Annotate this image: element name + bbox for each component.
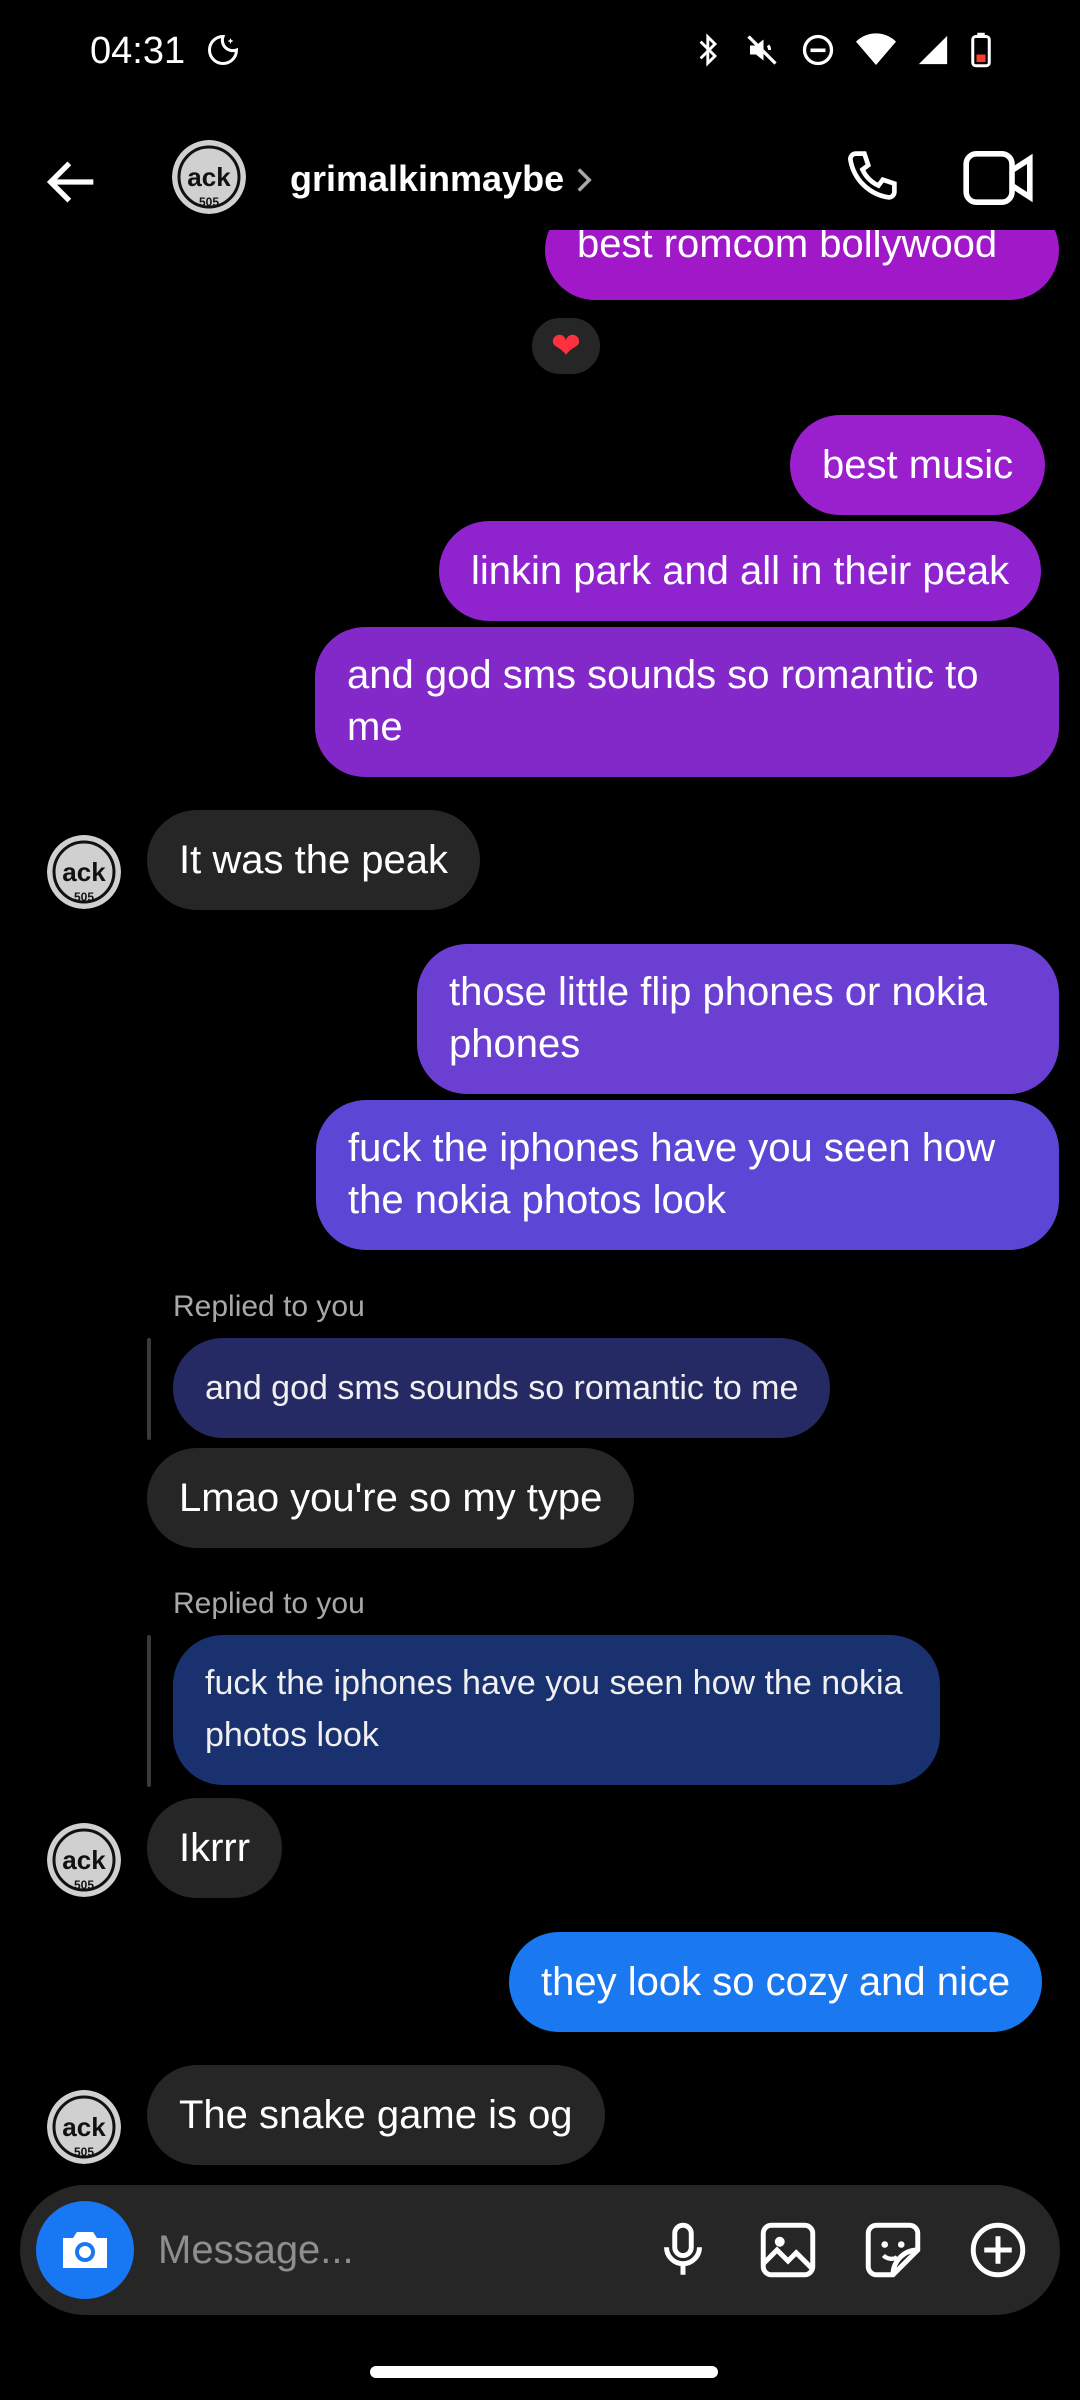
quoted-message[interactable]: fuck the iphones have you seen how the n… bbox=[173, 1635, 940, 1785]
home-indicator[interactable] bbox=[370, 2366, 718, 2378]
svg-text:505: 505 bbox=[74, 890, 94, 904]
their-message-bubble[interactable]: Lmao you're so my type bbox=[147, 1448, 635, 1548]
message-text: those little flip phones or nokia phones bbox=[449, 970, 988, 1066]
avatar[interactable]: ack 505 bbox=[47, 1823, 121, 1897]
svg-text:ack: ack bbox=[187, 162, 231, 192]
avatar[interactable]: ack 505 bbox=[172, 140, 246, 214]
camera-icon bbox=[63, 2232, 107, 2268]
sticker-icon[interactable] bbox=[860, 2217, 926, 2283]
bluetooth-icon bbox=[699, 33, 718, 67]
message-text: best music bbox=[822, 443, 1014, 487]
avatar[interactable]: ack 505 bbox=[47, 835, 121, 909]
camera-button[interactable] bbox=[36, 2201, 134, 2299]
phone-call-icon[interactable] bbox=[838, 144, 904, 210]
message-text: fuck the iphones have you seen how the n… bbox=[348, 1126, 996, 1222]
microphone-icon[interactable] bbox=[650, 2217, 716, 2283]
gallery-icon[interactable] bbox=[755, 2217, 821, 2283]
message-input[interactable] bbox=[158, 2215, 638, 2285]
message-text: Ikrrr bbox=[179, 1826, 251, 1870]
message-text: they look so cozy and nice bbox=[541, 1960, 1011, 2004]
message-text: and god sms sounds so romantic to me bbox=[347, 653, 979, 749]
their-message-bubble[interactable]: Ikrrr bbox=[147, 1798, 283, 1898]
avatar[interactable]: ack 505 bbox=[47, 2090, 121, 2164]
mute-icon bbox=[747, 35, 777, 65]
status-icons bbox=[694, 32, 992, 68]
message-text: Lmao you're so my type bbox=[179, 1476, 603, 1520]
message-text: best romcom bollywood bbox=[577, 230, 998, 266]
message-thread[interactable]: best romcom bollywood ❤ best music linki… bbox=[0, 230, 1080, 2180]
chevron-right-icon[interactable] bbox=[575, 166, 593, 194]
status-time: 04:31 bbox=[90, 30, 186, 72]
dnd-icon bbox=[802, 34, 834, 66]
quoted-text: and god sms sounds so romantic to me bbox=[205, 1369, 799, 1407]
chat-header: ack 505 grimalkinmaybe bbox=[0, 130, 1080, 230]
do-not-disturb-moon-icon bbox=[208, 34, 239, 65]
svg-text:ack: ack bbox=[62, 857, 106, 887]
message-text: linkin park and all in their peak bbox=[471, 549, 1010, 593]
status-bar: 04:31 bbox=[0, 0, 1080, 110]
svg-text:ack: ack bbox=[62, 2112, 106, 2142]
reply-label: Replied to you bbox=[173, 1587, 365, 1620]
svg-text:ack: ack bbox=[62, 1845, 106, 1875]
quoted-text: fuck the iphones have you seen how the n… bbox=[205, 1664, 903, 1754]
svg-text:505: 505 bbox=[74, 1878, 94, 1892]
heart-reaction-icon[interactable]: ❤ bbox=[528, 314, 604, 378]
my-message-bubble[interactable]: those little flip phones or nokia phones bbox=[417, 944, 1059, 1094]
my-message-bubble[interactable]: and god sms sounds so romantic to me bbox=[315, 627, 1059, 777]
message-text: The snake game is og bbox=[179, 2093, 573, 2137]
video-call-icon[interactable] bbox=[962, 150, 1034, 206]
wifi-icon bbox=[856, 33, 896, 65]
reply-label: Replied to you bbox=[173, 1290, 365, 1323]
add-icon[interactable] bbox=[965, 2217, 1031, 2283]
back-arrow-icon[interactable] bbox=[40, 150, 104, 214]
reply-divider bbox=[147, 1635, 151, 1787]
svg-text:505: 505 bbox=[74, 2145, 94, 2159]
their-message-bubble[interactable]: It was the peak bbox=[147, 810, 481, 910]
message-composer bbox=[20, 2185, 1060, 2315]
quoted-message[interactable]: and god sms sounds so romantic to me bbox=[173, 1338, 831, 1438]
my-message-bubble[interactable]: fuck the iphones have you seen how the n… bbox=[316, 1100, 1059, 1250]
battery-icon bbox=[971, 32, 991, 68]
signal-icon bbox=[918, 35, 948, 65]
my-message-bubble[interactable]: they look so cozy and nice bbox=[509, 1932, 1043, 2032]
their-message-bubble[interactable]: The snake game is og bbox=[147, 2065, 605, 2165]
my-message-bubble[interactable]: best music bbox=[790, 415, 1046, 515]
contact-username[interactable]: grimalkinmaybe bbox=[290, 158, 564, 200]
my-message-bubble[interactable]: linkin park and all in their peak bbox=[439, 521, 1042, 621]
message-text: It was the peak bbox=[179, 838, 449, 882]
reply-divider bbox=[147, 1338, 151, 1440]
my-message-bubble[interactable]: best romcom bollywood bbox=[545, 230, 1059, 300]
svg-text:505: 505 bbox=[199, 195, 219, 209]
